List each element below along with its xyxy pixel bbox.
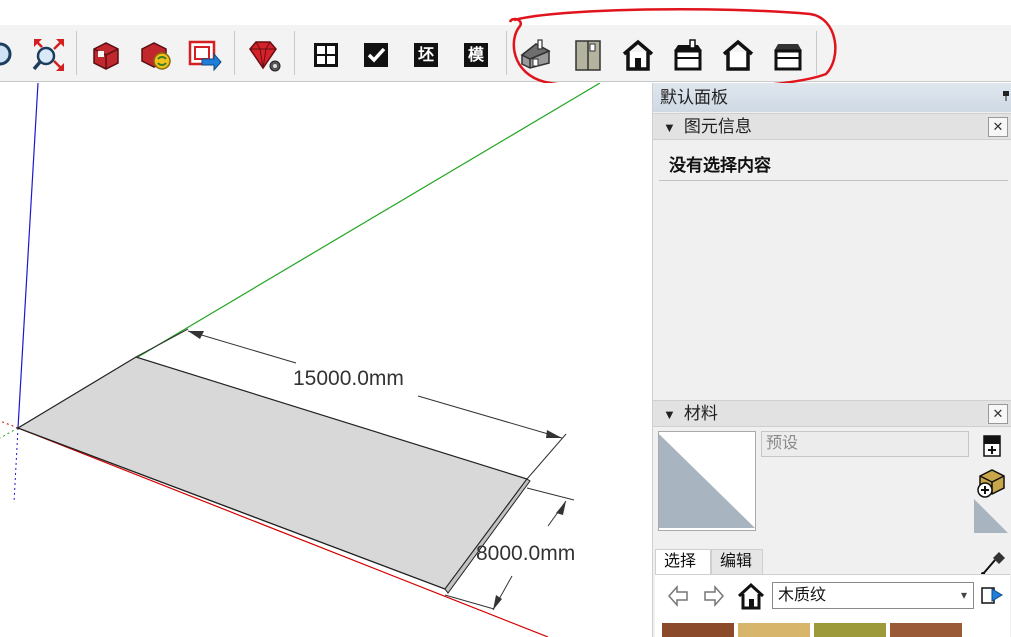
blue-axis [17,83,39,429]
left-view-house-icon [774,44,802,71]
default-tray: 默认面板 ▼ 图元信息 ✕ 没有选择内容 ▼ 材料 ✕ 预设 选择 编辑 木质纹… [652,83,1011,637]
left-view-button[interactable] [770,37,806,73]
material-library-value: 木质纹 [778,587,827,604]
close-icon[interactable]: ✕ [988,117,1008,137]
collapse-triangle-icon: ▼ [663,120,676,135]
toolbar-separator [506,31,507,75]
3d-warehouse-icon [93,42,119,70]
tray-title: 默认面板 [653,83,1011,112]
back-view-button[interactable] [720,37,756,73]
entity-info-title: 图元信息 [683,117,752,136]
check-tool-button[interactable] [358,37,394,73]
default-material-swatch [659,434,755,528]
dim-ext-line [526,487,575,501]
mold-tool-button[interactable]: 模 [458,37,494,73]
send-to-layout-icon [188,40,222,72]
width-dimension-label[interactable]: 8000.0mm [476,542,575,566]
length-dimension-label[interactable]: 15000.0mm [293,367,404,391]
material-library-select[interactable]: 木质纹 ▾ [772,582,974,609]
material-name-field[interactable]: 预设 [761,431,969,457]
rough-text-icon: 坯 [414,43,438,67]
front-view-house-icon [622,39,654,71]
dim-arrow [188,331,204,339]
blue-axis-negative [13,427,19,504]
material-preview [658,431,756,531]
chevron-down-icon: ▾ [960,588,967,602]
entity-info-header[interactable]: ▼ 图元信息 ✕ [653,113,1011,140]
right-view-house-icon [674,39,702,71]
tray-title-text: 默认面板 [660,88,728,107]
table-grid-icon [314,43,338,67]
drawing-viewport[interactable]: 15000.0mm 8000.0mm [0,83,652,637]
red-axis-negative [0,420,19,429]
dim-arrow [556,501,566,515]
in-model-house-icon[interactable] [737,582,765,610]
wood-swatch[interactable] [738,623,810,637]
right-view-button[interactable] [670,37,706,73]
checkmark-icon [364,43,388,67]
details-arrow-icon[interactable] [980,583,1004,607]
toolbar-separator [76,31,77,75]
extension-warehouse-button[interactable] [246,37,282,73]
dim-ext-line [444,594,495,610]
ruby-gem-icon [249,41,281,72]
zoom-extents-icon [32,39,64,71]
back-arrow-icon[interactable] [667,584,691,608]
materials-title: 材料 [683,404,718,423]
layout-send-button[interactable] [186,37,222,73]
sketchup-window: 坯 模 15000.0mm 8000.0mm 默认面板 ▼ 图元信息 ✕ 没有选… [0,0,1011,637]
dim-line [417,395,563,439]
back-view-house-icon [722,39,754,71]
zoom-icon [0,42,12,66]
top-view-button[interactable] [570,37,606,73]
add-to-model-icon[interactable] [976,468,1008,498]
table-tool-button[interactable] [308,37,344,73]
collapse-triangle-icon: ▼ [663,407,676,422]
iso-view-button[interactable] [518,37,554,73]
close-icon[interactable]: ✕ [988,404,1008,424]
zoom-button[interactable] [0,37,18,73]
default-material-small-swatch[interactable] [974,499,1008,533]
front-view-button[interactable] [620,37,656,73]
forward-arrow-icon[interactable] [701,584,725,608]
warehouse-button[interactable] [88,37,124,73]
eyedropper-icon[interactable] [979,550,1007,576]
divider [659,180,1008,181]
toolbar-separator [234,31,235,75]
dim-ext-line [526,433,567,480]
create-material-icon[interactable] [983,435,1001,457]
dim-ext-line [135,328,189,358]
share-model-icon [141,42,171,70]
mold-text-icon: 模 [464,43,488,67]
pin-icon[interactable] [1002,91,1010,101]
green-axis-negative [0,427,19,439]
toolbar-separator [816,31,817,75]
toolbar: 坯 模 [0,25,1011,82]
tab-select[interactable]: 选择 [655,549,711,575]
tab-edit[interactable]: 编辑 [711,549,763,575]
share-model-button[interactable] [138,37,174,73]
top-view-icon [575,40,601,71]
no-selection-text: 没有选择内容 [669,156,771,175]
zoom-extents-button[interactable] [30,37,66,73]
dim-arrow [546,430,562,438]
top-strip [0,0,1011,25]
rectangle-face [16,356,528,590]
toolbar-separator [294,31,295,75]
wood-swatch[interactable] [890,623,962,637]
wood-swatch[interactable] [814,623,886,637]
rough-tool-button[interactable]: 坯 [408,37,444,73]
materials-header[interactable]: ▼ 材料 ✕ [653,400,1011,427]
wood-swatch[interactable] [662,623,734,637]
dim-line [187,330,297,364]
iso-house-icon [520,39,551,69]
